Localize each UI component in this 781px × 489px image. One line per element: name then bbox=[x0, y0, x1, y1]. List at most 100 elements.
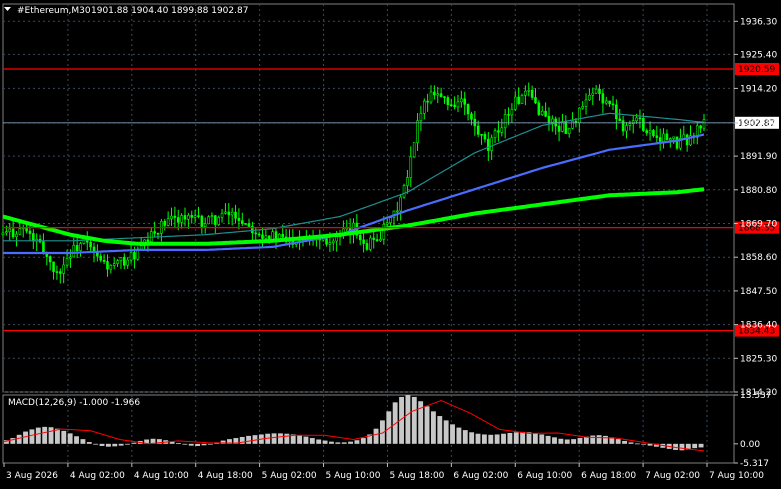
candle-body bbox=[28, 230, 32, 234]
candle-body bbox=[180, 215, 183, 223]
macd-histogram-bar bbox=[105, 443, 111, 447]
macd-y-tick-label: -5.317 bbox=[740, 459, 769, 469]
x-tick-label: 7 Aug 02:00 bbox=[645, 471, 700, 481]
macd-histogram-bar bbox=[692, 443, 698, 449]
macd-histogram-bar bbox=[373, 428, 379, 444]
macd-histogram-bar bbox=[341, 442, 347, 444]
ohlc-readout: 1901.88 1904.40 1899.88 1902.87 bbox=[91, 6, 248, 16]
candle-body bbox=[325, 238, 328, 245]
y-tick-label: 1858.60 bbox=[740, 253, 777, 263]
macd-histogram-bar bbox=[462, 430, 468, 444]
macd-histogram-bar bbox=[54, 428, 60, 444]
macd-histogram-bar bbox=[74, 436, 79, 444]
candle-body bbox=[335, 236, 338, 242]
macd-histogram-bar bbox=[679, 443, 685, 451]
macd-histogram-bar bbox=[118, 443, 124, 446]
candle-body bbox=[517, 96, 520, 104]
candle-body bbox=[55, 271, 59, 273]
candle-body bbox=[227, 211, 231, 216]
candle-body bbox=[106, 261, 109, 270]
candle-body bbox=[183, 215, 187, 220]
triangle-down-icon[interactable] bbox=[4, 7, 11, 11]
candle-body bbox=[608, 100, 611, 105]
candle-body bbox=[75, 245, 79, 251]
macd-histogram-bar bbox=[195, 443, 201, 446]
macd-histogram-bar bbox=[93, 443, 99, 445]
candle-body bbox=[598, 88, 601, 94]
macd-histogram-bar bbox=[411, 396, 417, 444]
level-tag-label: 1920.59 bbox=[738, 65, 775, 75]
candle-body bbox=[480, 134, 483, 136]
y-tick-label: 1891.90 bbox=[740, 152, 777, 162]
horizontal-levels[interactable]: 1920.591868.351834.43 bbox=[3, 63, 779, 337]
macd-histogram-bar bbox=[329, 441, 334, 444]
macd-histogram-bar bbox=[23, 431, 28, 444]
macd-histogram-bar bbox=[450, 424, 455, 444]
macd-histogram-bar bbox=[552, 437, 557, 444]
macd-histogram-bar bbox=[615, 439, 621, 444]
macd-histogram-bar bbox=[67, 433, 73, 444]
candle-body bbox=[422, 100, 426, 114]
candle-body bbox=[564, 121, 568, 134]
candle-body bbox=[389, 217, 392, 223]
x-tick-label: 4 Aug 10:00 bbox=[134, 471, 189, 481]
macd-histogram-bar bbox=[577, 438, 583, 444]
candle-body bbox=[153, 231, 156, 234]
macd-histogram-bar bbox=[309, 438, 315, 444]
candle-body bbox=[625, 125, 628, 132]
macd-histogram-bar bbox=[284, 433, 290, 444]
candle-body bbox=[436, 93, 440, 96]
macd-histogram-bar bbox=[494, 434, 500, 444]
candle-body bbox=[655, 135, 659, 138]
candle-body bbox=[79, 243, 82, 251]
macd-histogram-bar bbox=[354, 440, 360, 444]
candle-body bbox=[210, 215, 214, 218]
candle-body bbox=[257, 233, 261, 236]
candle-body bbox=[190, 215, 194, 218]
macd-histogram-bar bbox=[603, 435, 608, 444]
symbol-label: #Ethereum,M30 bbox=[17, 6, 91, 16]
macd-histogram-bar bbox=[596, 435, 602, 444]
y-tick-label: 1836.40 bbox=[740, 321, 777, 331]
candle-body bbox=[530, 89, 534, 98]
candle-body bbox=[264, 235, 268, 239]
candle-body bbox=[497, 130, 500, 133]
candle-body bbox=[123, 257, 126, 266]
macd-histogram-bar bbox=[475, 433, 481, 444]
candle-body bbox=[244, 223, 247, 225]
candle-body bbox=[540, 110, 544, 115]
candlestick-series bbox=[1, 82, 706, 284]
candle-body bbox=[615, 104, 618, 120]
candle-body bbox=[648, 130, 652, 134]
candle-body bbox=[588, 94, 591, 101]
candle-body bbox=[102, 259, 106, 262]
candle-body bbox=[176, 217, 180, 223]
candle-body bbox=[487, 138, 490, 151]
macd-histogram-bar bbox=[520, 431, 526, 444]
candle-body bbox=[133, 252, 136, 260]
macd-histogram-bar bbox=[488, 434, 494, 444]
candle-body bbox=[466, 104, 470, 115]
candle-body bbox=[187, 215, 190, 220]
x-tick-label: 3 Aug 2026 bbox=[6, 471, 58, 481]
macd-histogram-bar bbox=[48, 427, 54, 444]
candle-body bbox=[635, 117, 638, 122]
candle-body bbox=[581, 106, 584, 109]
candle-body bbox=[11, 228, 15, 238]
candle-body bbox=[267, 235, 271, 240]
candle-body bbox=[72, 245, 76, 258]
y-tick-label: 1880.80 bbox=[740, 186, 777, 196]
macd-histogram-bar bbox=[641, 443, 647, 445]
candle-body bbox=[362, 239, 365, 244]
candle-body bbox=[170, 215, 173, 220]
candle-body bbox=[628, 123, 632, 126]
candle-body bbox=[281, 233, 285, 238]
candle-body bbox=[456, 101, 460, 108]
candle-body bbox=[112, 263, 116, 266]
candle-body bbox=[207, 216, 210, 225]
candle-body bbox=[385, 222, 389, 225]
time-axis[interactable]: 3 Aug 2026 4 Aug 02:00 4 Aug 10:00 4 Aug 18… bbox=[3, 463, 764, 481]
macd-histogram-bar bbox=[443, 420, 449, 444]
trading-chart[interactable]: 1920.591868.351834.43 1902.87 1936.30192… bbox=[0, 0, 781, 489]
candle-body bbox=[234, 211, 237, 219]
